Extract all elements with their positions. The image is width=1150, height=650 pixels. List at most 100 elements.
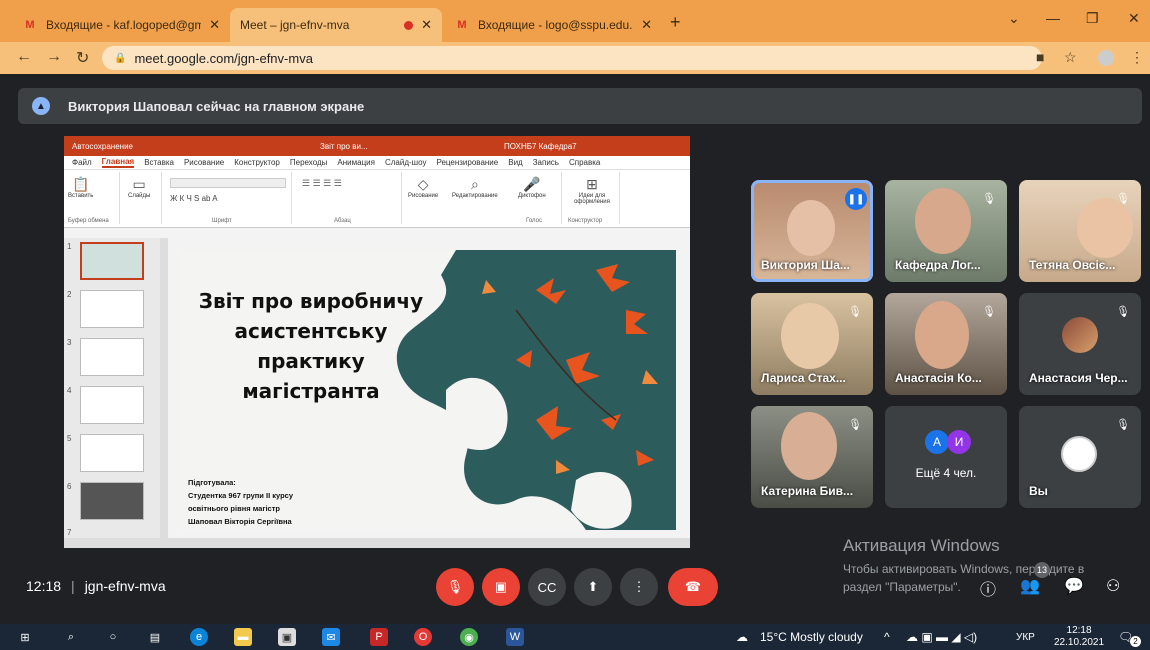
tab-search-chevron-icon[interactable]: ⌄ (1008, 10, 1020, 27)
camera-off-button[interactable]: ▣ (482, 568, 520, 606)
participant-tile[interactable]: 🎙 Лариса Стах... (751, 293, 873, 395)
url-bar[interactable]: 🔒 meet.google.com/jgn-efnv-mva (102, 46, 1042, 70)
slide-thumbnail (80, 434, 144, 472)
mic-off-icon: 🎙 (982, 305, 996, 318)
participant-tile[interactable]: 🎙 Кафедра Лог... (885, 180, 1007, 282)
weather-text[interactable]: 15°C Mostly cloudy (760, 630, 863, 644)
clipboard-group-label: Буфер обмена (68, 218, 109, 224)
store-icon[interactable]: ▣ (278, 628, 296, 646)
language-indicator[interactable]: УКР (1016, 632, 1035, 643)
mic-off-button[interactable]: 🎙 (436, 568, 474, 606)
current-slide: Звіт про виробничу асистентську практику… (178, 250, 676, 530)
participant-name: Кафедра Лог... (895, 258, 981, 272)
designer-icon: ⊞ (586, 176, 598, 192)
participant-tile[interactable]: 🎙 Анастасия Чер... (1019, 293, 1141, 395)
slide-title-line: практику (257, 349, 365, 373)
cortana-icon[interactable]: ○ (104, 628, 122, 646)
chat-icon[interactable]: 💬 (1064, 576, 1084, 596)
paste-label: Вставить (68, 193, 94, 199)
mic-off-icon: 🎙 (848, 418, 862, 431)
participant-name: Виктория Ша... (761, 258, 850, 272)
camera-icon[interactable]: ■ (1036, 49, 1044, 65)
windows-activation-title: Активация Windows (843, 536, 1000, 555)
task-view-icon[interactable]: ▤ (146, 628, 164, 646)
profile-avatar[interactable] (1098, 50, 1114, 66)
slides-label: Слайды (128, 193, 151, 199)
drawing-label: Рисование (408, 193, 439, 199)
ppt-menu-review: Рецензирование (436, 158, 499, 167)
participant-avatar (1062, 317, 1098, 353)
participant-tile[interactable]: ❚❚ Виктория Ша... (751, 180, 873, 282)
clock-date: 22.10.2021 (1054, 637, 1105, 648)
edge-icon[interactable]: e (190, 628, 208, 646)
bookmark-star-icon[interactable]: ☆ (1064, 49, 1077, 66)
window-close-button[interactable]: ✕ (1128, 10, 1140, 27)
ribbon-designer-group: ⊞ Идеи для оформления Конструктор (564, 172, 620, 224)
presentation-banner: ▲ Виктория Шаповал сейчас на главном экр… (18, 88, 1142, 124)
ribbon-font-group: Ж К Ч S ab A Шрифт (164, 172, 292, 224)
participant-name: Анастасия Чер... (1029, 371, 1128, 385)
people-icon[interactable]: 👥 (1020, 576, 1040, 596)
thumb-number: 2 (67, 290, 72, 299)
more-vert-icon[interactable]: ⋮ (1130, 49, 1144, 66)
info-icon[interactable]: ⓘ (980, 576, 996, 600)
search-icon[interactable]: ⌕ (62, 628, 80, 646)
tray-chevron-icon[interactable]: ^ (884, 630, 890, 644)
activation-line: раздел "Параметры". (843, 580, 961, 594)
editing-button: ⌕ Редактирование (452, 176, 498, 199)
ppt-menu-animations: Анимация (337, 158, 375, 167)
thumbnail-scrollbar (160, 238, 168, 538)
participant-tile[interactable]: 🎙 Катерина Бив... (751, 406, 873, 508)
ppt-menu-help: Справка (568, 158, 601, 167)
ppt-menu: Файл Главная Вставка Рисование Конструкт… (64, 156, 690, 170)
file-explorer-icon[interactable]: ▬ (234, 628, 252, 646)
slides-button: ▭ Слайды (128, 176, 150, 199)
thumb-number: 1 (67, 242, 72, 251)
presenter-avatar-icon: ▲ (32, 97, 50, 115)
close-icon[interactable]: ✕ (421, 17, 432, 33)
activities-icon[interactable]: ⚇ (1106, 576, 1120, 596)
participant-name: Лариса Стах... (761, 371, 846, 385)
minimize-button[interactable]: — (1046, 10, 1060, 26)
author-line: Шаповал Вікторія Сергіївна (188, 517, 292, 526)
ppt-titlebar: Автосохранение Звіт про ви... ПОХНБ7 Каф… (64, 136, 690, 156)
microphone-icon: 🎤 (523, 176, 541, 192)
more-options-button[interactable]: ⋮ (620, 568, 658, 606)
ppt-menu-view: Вид (508, 158, 523, 167)
slide-thumbnail (80, 338, 144, 376)
leave-call-button[interactable]: ☎ (668, 568, 718, 606)
slide-title: Звіт про виробничу асистентську практику… (188, 286, 434, 406)
back-arrow-icon[interactable]: ← (16, 48, 32, 66)
ppt-menu-home: Главная (101, 157, 135, 168)
word-icon[interactable]: W (506, 628, 524, 646)
editing-label: Редактирование (452, 193, 498, 199)
tab-meet[interactable]: ▶ Meet – jgn-efnv-mva ✕ (230, 8, 442, 94)
taskbar-clock[interactable]: 12:18 22.10.2021 (1054, 625, 1104, 649)
self-tile[interactable]: 🎙 Вы (1019, 406, 1141, 508)
windows-start-icon[interactable]: ⊞ (16, 628, 34, 646)
participant-tile[interactable]: 🎙 Тетяна Овсіє... (1019, 180, 1141, 282)
captions-button[interactable]: CC (528, 568, 566, 606)
close-icon[interactable]: ✕ (209, 17, 220, 33)
tab-gmail-kaf[interactable]: M Входящие - kaf.logoped@gmail. ✕ (12, 8, 230, 42)
tab-gmail-logo[interactable]: M Входящие - logo@sspu.edu.ua - ✕ (444, 8, 662, 42)
meeting-code: jgn-efnv-mva (84, 578, 166, 594)
chrome-icon[interactable]: ◉ (460, 628, 478, 646)
mail-icon[interactable]: ✉ (322, 628, 340, 646)
search-icon: ⌕ (470, 176, 479, 192)
new-tab-button[interactable]: + (670, 12, 681, 33)
participant-name: Вы (1029, 484, 1048, 498)
ppt-ribbon: 📋 Вставить Буфер обмена ▭ Слайды Ж К Ч S a… (64, 170, 690, 228)
reload-icon[interactable]: ↻ (76, 48, 89, 68)
present-button[interactable]: ⬆ (574, 568, 612, 606)
more-participants-tile[interactable]: А И Ещё 4 чел. (885, 406, 1007, 508)
participant-tile[interactable]: 🎙 Анастасія Ко... (885, 293, 1007, 395)
font-format-icons: Ж К Ч S ab A (170, 194, 218, 203)
close-icon[interactable]: ✕ (641, 17, 652, 33)
designer-button: ⊞ Идеи для оформления (568, 176, 616, 205)
pdf-icon[interactable]: P (370, 628, 388, 646)
speaking-indicator-icon: ❚❚ (845, 188, 867, 210)
opera-icon[interactable]: O (414, 628, 432, 646)
forward-arrow-icon[interactable]: → (46, 48, 62, 66)
restore-button[interactable]: ❐ (1086, 10, 1099, 27)
